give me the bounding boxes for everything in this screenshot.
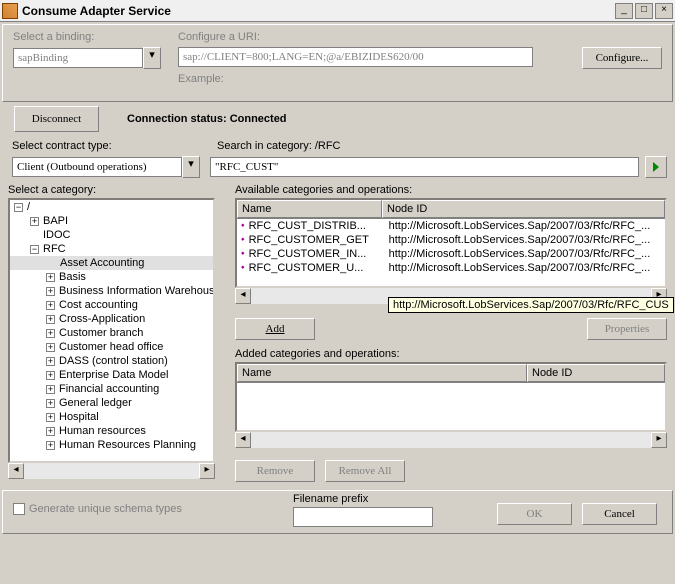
arrow-icon <box>653 162 659 172</box>
close-button[interactable]: × <box>655 3 673 19</box>
unique-schema-label: Generate unique schema types <box>29 503 182 515</box>
added-col-name[interactable]: Name <box>237 364 527 382</box>
search-input[interactable] <box>210 157 639 177</box>
binding-select[interactable] <box>13 48 143 68</box>
connection-status-label: Connection status: Connected <box>127 113 287 125</box>
search-go-button[interactable] <box>645 156 667 178</box>
uri-input[interactable] <box>178 47 533 67</box>
remove-all-button[interactable]: Remove All <box>325 460 405 482</box>
filename-prefix-label: Filename prefix <box>293 493 433 505</box>
app-icon <box>2 3 18 19</box>
contract-dropdown-button[interactable]: ▾ <box>182 156 200 178</box>
search-label: Search in category: /RFC <box>217 140 667 152</box>
cancel-button[interactable]: Cancel <box>582 503 657 525</box>
tooltip: http://Microsoft.LobServices.Sap/2007/03… <box>388 297 674 313</box>
configure-button[interactable]: Configure... <box>582 47 662 69</box>
minimize-button[interactable]: _ <box>615 3 633 19</box>
remove-button[interactable]: Remove <box>235 460 315 482</box>
disconnect-button[interactable]: Disconnect <box>14 106 99 132</box>
added-list[interactable]: Name Node ID <box>235 362 667 432</box>
titlebar: Consume Adapter Service _ □ × <box>0 0 675 22</box>
binding-dropdown-button[interactable]: ▾ <box>143 47 161 69</box>
window-title: Consume Adapter Service <box>22 4 613 18</box>
binding-label: Select a binding: <box>13 31 94 43</box>
list-item: ⬩RFC_CUST_DISTRIB...http://Microsoft.Lob… <box>237 219 665 233</box>
available-label: Available categories and operations: <box>235 184 667 196</box>
added-col-nodeid[interactable]: Node ID <box>527 364 665 382</box>
added-label: Added categories and operations: <box>235 348 667 360</box>
list-item: ⬩RFC_CUSTOMER_IN...http://Microsoft.LobS… <box>237 247 665 261</box>
contract-type-select[interactable] <box>12 157 182 177</box>
list-item: ⬩RFC_CUSTOMER_GEThttp://Microsoft.LobSer… <box>237 233 665 247</box>
contract-type-label: Select contract type: <box>12 140 207 152</box>
maximize-button[interactable]: □ <box>635 3 653 19</box>
ok-button[interactable]: OK <box>497 503 572 525</box>
unique-schema-checkbox[interactable] <box>13 503 25 515</box>
category-label: Select a category: <box>8 184 223 196</box>
available-list[interactable]: Name Node ID ⬩RFC_CUST_DISTRIB...http://… <box>235 198 667 288</box>
category-tree[interactable]: −/ +BAPI IDOC −RFC Asset Accounting +Bas… <box>8 198 215 463</box>
filename-prefix-input[interactable] <box>293 507 433 527</box>
col-name[interactable]: Name <box>237 200 382 218</box>
example-label: Example: <box>178 73 224 85</box>
tree-hscroll[interactable]: ◂▸ <box>8 463 215 479</box>
properties-button[interactable]: Properties <box>587 318 667 340</box>
added-hscroll[interactable]: ◂▸ <box>235 432 667 448</box>
list-item: ⬩RFC_CUSTOMER_U...http://Microsoft.LobSe… <box>237 261 665 275</box>
add-button[interactable]: Add <box>235 318 315 340</box>
col-nodeid[interactable]: Node ID <box>382 200 665 218</box>
uri-label: Configure a URI: <box>178 31 260 43</box>
